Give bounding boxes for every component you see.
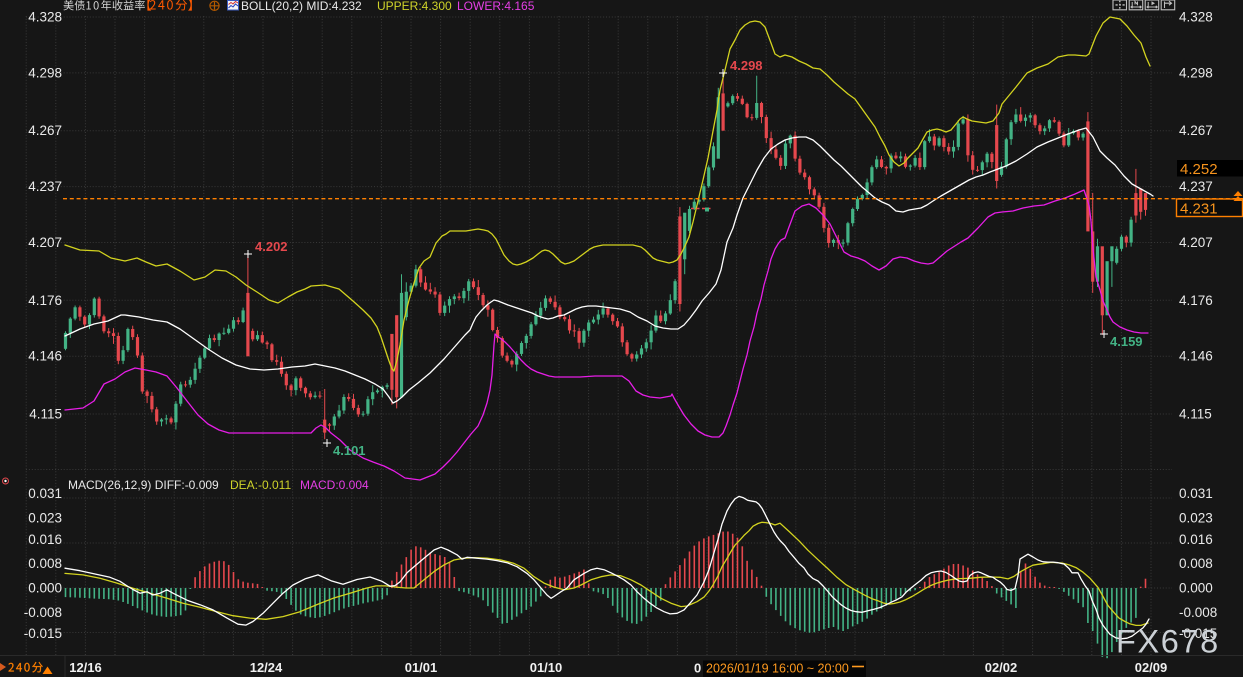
svg-text:4.101: 4.101 xyxy=(333,443,366,458)
svg-text:4.298: 4.298 xyxy=(730,58,763,73)
svg-text:-0.008: -0.008 xyxy=(24,605,62,620)
svg-text:0.023: 0.023 xyxy=(28,511,62,526)
svg-text:DEA:-0.011: DEA:-0.011 xyxy=(230,478,291,492)
svg-text:BOLL(20,2) MID:4.232: BOLL(20,2) MID:4.232 xyxy=(241,0,362,13)
svg-text:0.008: 0.008 xyxy=(28,556,62,571)
svg-text:4.267: 4.267 xyxy=(1179,123,1213,138)
svg-text:0.023: 0.023 xyxy=(1179,511,1213,526)
svg-text:0.008: 0.008 xyxy=(1179,556,1213,571)
svg-text:4.237: 4.237 xyxy=(28,179,62,194)
svg-text:4.207: 4.207 xyxy=(1179,235,1213,250)
svg-text:MACD:0.004: MACD:0.004 xyxy=(300,478,369,492)
svg-text:2026/01/19 16:00 ~ 20:00: 2026/01/19 16:00 ~ 20:00 xyxy=(706,662,849,676)
svg-text:4.115: 4.115 xyxy=(29,407,62,422)
svg-text:02/02: 02/02 xyxy=(985,660,1018,675)
svg-text:UPPER:4.300: UPPER:4.300 xyxy=(377,0,452,13)
svg-text:0.016: 0.016 xyxy=(28,532,62,547)
svg-text:0.000: 0.000 xyxy=(28,581,62,596)
svg-text:-0.015: -0.015 xyxy=(24,626,62,641)
svg-text:0.031: 0.031 xyxy=(1179,486,1213,501)
svg-text:01/10: 01/10 xyxy=(530,660,563,675)
svg-text:4.298: 4.298 xyxy=(1179,65,1213,80)
svg-text:4.176: 4.176 xyxy=(1179,293,1213,308)
svg-text:4.146: 4.146 xyxy=(28,349,62,364)
svg-text:4.328: 4.328 xyxy=(1179,10,1213,25)
svg-text:LOWER:4.165: LOWER:4.165 xyxy=(457,0,535,13)
svg-text:4.146: 4.146 xyxy=(1179,349,1213,364)
svg-text:MACD(26,12,9) DIFF:-0.009: MACD(26,12,9) DIFF:-0.009 xyxy=(68,478,219,492)
svg-text:FX678: FX678 xyxy=(1116,624,1220,660)
svg-text:01/01: 01/01 xyxy=(405,660,438,675)
svg-text:4.159: 4.159 xyxy=(1110,334,1143,349)
svg-text:4.176: 4.176 xyxy=(28,293,62,308)
svg-text:4.237: 4.237 xyxy=(1179,179,1213,194)
svg-text:0.031: 0.031 xyxy=(28,486,62,501)
svg-text:4.267: 4.267 xyxy=(28,123,62,138)
svg-text:02/09: 02/09 xyxy=(1135,660,1168,675)
svg-text:0.016: 0.016 xyxy=(1179,532,1213,547)
svg-text:4.252: 4.252 xyxy=(1180,161,1218,178)
svg-text:4.207: 4.207 xyxy=(28,235,62,250)
svg-text:4.231: 4.231 xyxy=(1180,201,1218,218)
svg-text:4.328: 4.328 xyxy=(28,10,62,25)
svg-text:4.298: 4.298 xyxy=(28,65,62,80)
svg-text:-0.008: -0.008 xyxy=(1179,605,1217,620)
svg-text:0: 0 xyxy=(694,661,701,676)
svg-text:4.115: 4.115 xyxy=(1179,407,1212,422)
svg-text:12/16: 12/16 xyxy=(69,660,102,675)
svg-text:12/24: 12/24 xyxy=(250,660,283,675)
svg-text:4.202: 4.202 xyxy=(255,239,288,254)
svg-text:0.000: 0.000 xyxy=(1179,581,1213,596)
